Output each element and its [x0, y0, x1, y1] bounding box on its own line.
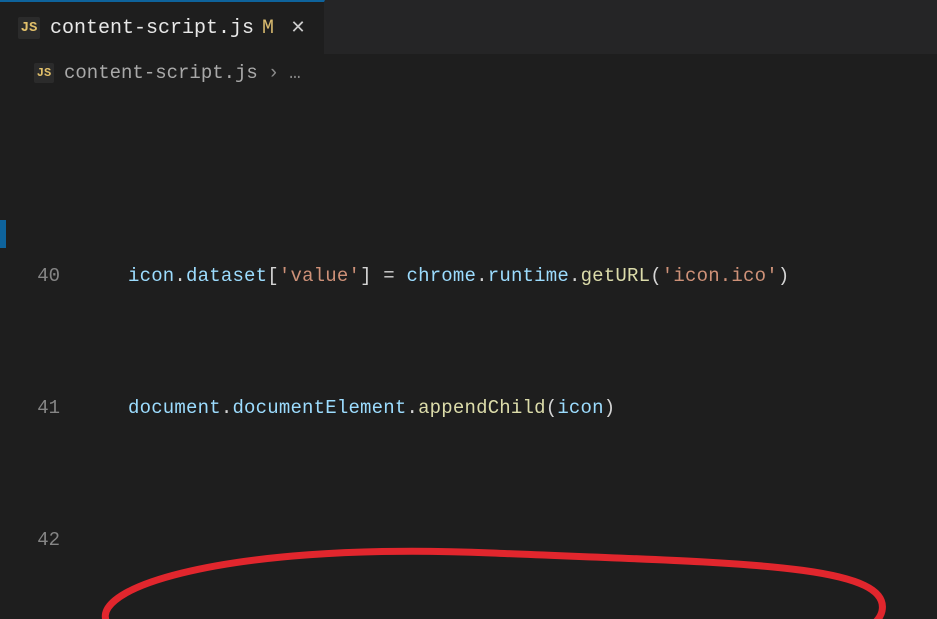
editor-tab[interactable]: JS content-script.js M ✕ — [0, 0, 325, 54]
js-file-icon: JS — [18, 17, 40, 39]
token: ) — [604, 397, 616, 419]
token: = — [372, 265, 407, 287]
token: 'icon.ico' — [662, 265, 778, 287]
tab-modified-indicator: M — [262, 17, 274, 40]
token: ( — [546, 397, 558, 419]
token: . — [476, 265, 488, 287]
code-line[interactable]: 42 — [0, 524, 937, 557]
token: icon — [128, 265, 174, 287]
code-line[interactable]: 40 icon.dataset['value'] = chrome.runtim… — [0, 260, 937, 293]
token: . — [406, 397, 418, 419]
token: icon — [557, 397, 603, 419]
token: dataset — [186, 265, 267, 287]
line-number: 41 — [0, 392, 84, 425]
token: . — [569, 265, 581, 287]
code-editor[interactable]: 40 icon.dataset['value'] = chrome.runtim… — [0, 91, 937, 619]
token: getURL — [581, 265, 651, 287]
token: ] — [360, 265, 372, 287]
token: chrome — [407, 265, 477, 287]
breadcrumb-more: … — [289, 62, 300, 84]
code-line[interactable]: 41 document.documentElement.appendChild(… — [0, 392, 937, 425]
token: document — [128, 397, 221, 419]
token: ) — [778, 265, 790, 287]
breadcrumb[interactable]: JS content-script.js › … — [0, 55, 937, 91]
token: . — [174, 265, 186, 287]
chevron-right-icon: › — [268, 62, 279, 84]
token: runtime — [488, 265, 569, 287]
token: ( — [650, 265, 662, 287]
tab-label: content-script.js — [50, 17, 254, 40]
token: . — [221, 397, 233, 419]
tab-bar: JS content-script.js M ✕ — [0, 0, 937, 55]
token: documentElement — [232, 397, 406, 419]
line-number: 42 — [0, 524, 84, 557]
breadcrumb-file: content-script.js — [64, 62, 258, 84]
js-file-icon: JS — [34, 63, 54, 83]
token: appendChild — [418, 397, 546, 419]
line-number: 40 — [0, 260, 84, 293]
token: [ — [267, 265, 279, 287]
close-icon[interactable]: ✕ — [288, 18, 308, 38]
token: 'value' — [279, 265, 360, 287]
